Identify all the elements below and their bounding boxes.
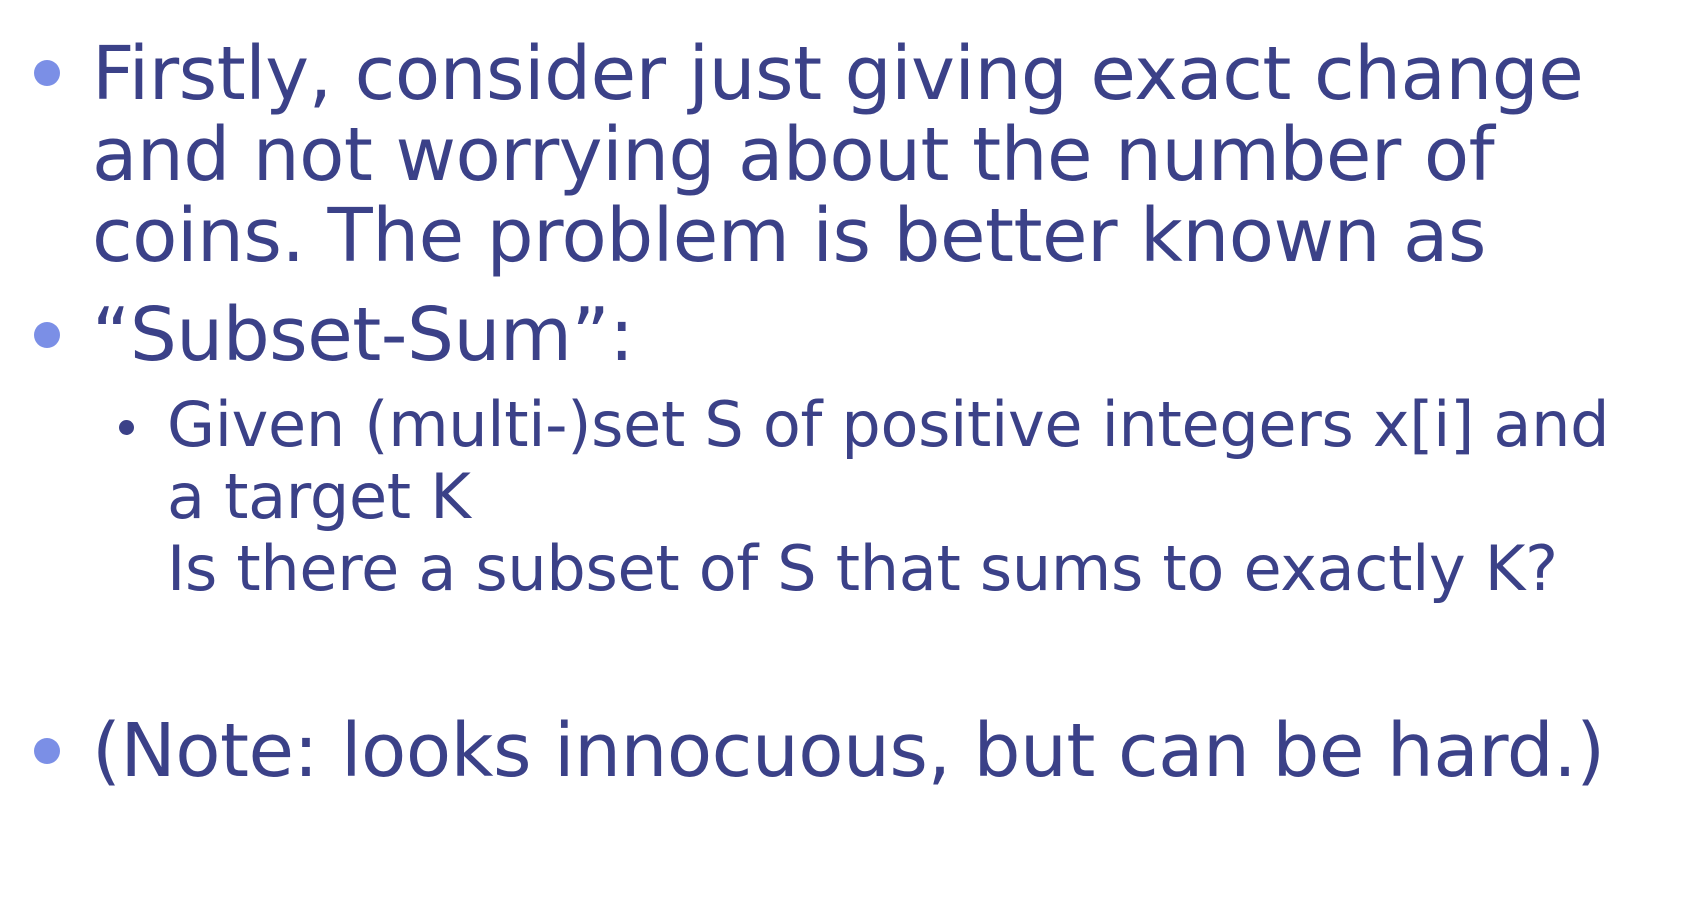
bullet-dot-4 [34, 738, 60, 764]
bullet-4-line-1: (Note: looks innocuous, but can be hard.… [92, 708, 1605, 794]
sub-bullet-line-2: a target K [167, 460, 471, 533]
sub-bullet-line-1: Given (multi-)set S of positive integers… [167, 388, 1610, 461]
bullet-2-line-1: “Subset-Sum”: [92, 292, 634, 378]
slide: Firstly, consider just giving exact chan… [0, 0, 1700, 910]
bullet-dot-1 [34, 60, 60, 86]
bullet-1-line-2: and not worrying about the number of [92, 112, 1495, 198]
bullet-dot-2 [34, 322, 60, 348]
bullet-1-line-3: coins. The problem is better known as [92, 193, 1486, 279]
bullet-1-line-1: Firstly, consider just giving exact chan… [92, 31, 1584, 117]
sub-bullet-line-3: Is there a subset of S that sums to exac… [167, 532, 1558, 605]
sub-bullet-dot [119, 420, 134, 435]
